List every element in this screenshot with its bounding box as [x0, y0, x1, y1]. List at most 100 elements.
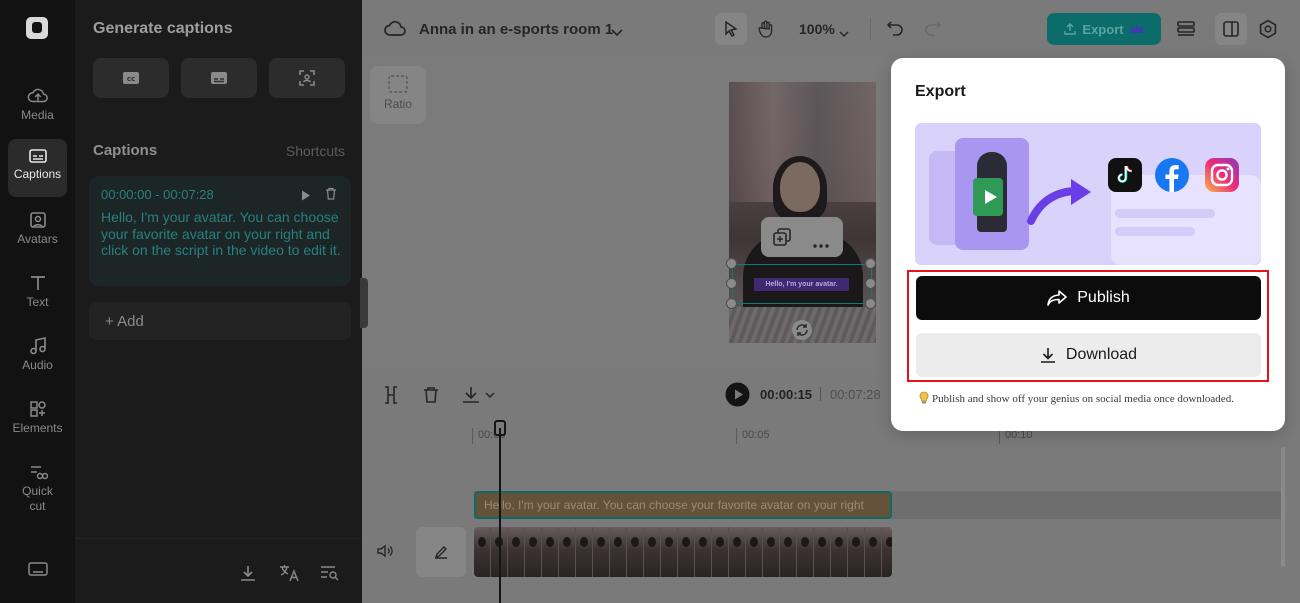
resize-handle[interactable] [726, 278, 737, 289]
undo-icon[interactable] [886, 20, 903, 41]
rail-item-label: Captions [13, 167, 62, 181]
panel-collapse-handle[interactable] [360, 278, 368, 328]
caption-text[interactable]: Hello, I'm your avatar. You can choose y… [101, 209, 341, 259]
divider [75, 538, 362, 539]
promo-line [1115, 227, 1195, 236]
divider [870, 18, 871, 40]
download-captions-icon[interactable] [239, 564, 257, 587]
video-clip[interactable] [474, 527, 892, 577]
zoom-chevron-icon[interactable] [839, 25, 849, 43]
ruler-tick [736, 428, 737, 444]
trash-icon[interactable] [325, 187, 337, 205]
delete-icon[interactable] [423, 386, 439, 408]
floating-toolbar [761, 217, 843, 257]
more-options-icon[interactable] [813, 235, 829, 253]
playhead[interactable] [499, 428, 501, 603]
settings-gear-icon[interactable] [1258, 19, 1278, 44]
rail-item-label: Elements [12, 421, 63, 435]
download-menu-icon[interactable] [462, 386, 496, 409]
pencil-icon [434, 546, 447, 559]
subtitle-selection-box[interactable] [732, 264, 872, 304]
quick-cut-icon [30, 466, 48, 480]
crown-icon [1130, 25, 1143, 33]
select-tool-button[interactable] [715, 13, 747, 45]
promo-play-icon [985, 190, 997, 204]
tiktok-icon [1108, 158, 1142, 192]
facebook-icon [1155, 158, 1189, 192]
export-hint-text: Publish and show off your genius on soci… [932, 393, 1234, 405]
panel-title: Generate captions [93, 20, 233, 37]
volume-icon[interactable] [377, 544, 393, 563]
rail-item-quick-cut[interactable]: Quick cut [8, 454, 67, 520]
resize-handle[interactable] [865, 298, 876, 309]
hand-icon [758, 20, 773, 38]
ratio-button[interactable]: Ratio [370, 66, 426, 124]
subtitle-style-button[interactable] [181, 58, 257, 98]
rail-item-elements[interactable]: Elements [8, 391, 67, 449]
text-icon [30, 276, 45, 290]
resize-handle[interactable] [865, 278, 876, 289]
add-caption-button[interactable]: + Add [89, 302, 351, 340]
music-note-icon [29, 337, 46, 355]
resize-handle[interactable] [726, 258, 737, 269]
cursor-icon [725, 21, 738, 37]
duplicate-icon[interactable] [773, 228, 791, 251]
shortcuts-link[interactable]: Shortcuts [286, 143, 345, 159]
elements-icon [29, 401, 46, 417]
lightbulb-icon [919, 391, 929, 407]
rail-item-label: Text [26, 295, 49, 309]
highlight-box [907, 270, 1269, 382]
search-captions-icon[interactable] [320, 565, 340, 586]
hand-tool-button[interactable] [750, 13, 782, 45]
rotate-icon[interactable] [791, 319, 813, 346]
instagram-icon [1205, 158, 1239, 192]
export-promo-banner [915, 123, 1261, 265]
top-bar: Anna in an e-sports room 1 100% Export [362, 0, 1300, 58]
rail-item-avatars[interactable]: Avatars [8, 202, 67, 260]
caption-card[interactable]: 00:00:00 - 00:07:28 Hello, I'm your avat… [89, 176, 351, 286]
export-button[interactable]: Export [1047, 13, 1161, 45]
zoom-level[interactable]: 100% [799, 21, 835, 37]
cc-button[interactable]: cc [93, 58, 169, 98]
ratio-icon [388, 75, 408, 93]
app-logo-icon[interactable] [26, 17, 48, 39]
edit-track-button[interactable] [416, 527, 466, 577]
promo-arrow-icon [1027, 179, 1091, 225]
layers-icon[interactable] [1176, 19, 1196, 44]
rail-item-label: Quick cut [22, 484, 53, 513]
rail-item-label: Media [21, 108, 54, 122]
add-caption-label: + Add [105, 312, 144, 330]
rail-item-captions[interactable]: Captions [8, 139, 67, 197]
chevron-down-icon[interactable] [611, 24, 623, 42]
right-edge [1285, 58, 1300, 603]
play-icon[interactable] [301, 188, 311, 206]
caption-clip[interactable]: Hello, I'm your avatar. You can choose y… [474, 491, 892, 519]
play-button[interactable] [725, 382, 750, 412]
export-icon [1064, 23, 1077, 35]
rail-item-audio[interactable]: Audio [8, 328, 67, 386]
rail-item-text[interactable]: Text [8, 265, 67, 323]
keyboard-icon[interactable] [28, 561, 48, 582]
layout-toggle-button[interactable] [1215, 13, 1247, 45]
redo-icon[interactable] [925, 20, 942, 41]
cloud-sync-icon[interactable] [384, 20, 406, 43]
caption-time: 00:00:00 - 00:07:28 [101, 187, 214, 202]
translate-icon[interactable] [279, 564, 299, 587]
ratio-label: Ratio [383, 97, 412, 111]
rail-item-label: Avatars [17, 232, 58, 246]
resize-handle[interactable] [865, 258, 876, 269]
captions-panel: Generate captions cc Captions Shortcuts … [75, 0, 362, 603]
avatar-icon [29, 212, 46, 228]
resize-handle[interactable] [726, 298, 737, 309]
cc-icon: cc [123, 72, 139, 84]
rail-item-media[interactable]: Media [8, 78, 67, 136]
promo-line [1115, 209, 1215, 218]
ruler-tick [472, 428, 473, 444]
split-icon[interactable] [383, 386, 399, 409]
promo-phone-card [955, 138, 1029, 250]
divider [820, 387, 821, 401]
project-title[interactable]: Anna in an e-sports room 1 [419, 21, 613, 38]
panel-layout-icon [1223, 21, 1239, 37]
subtitle-icon [211, 72, 227, 84]
auto-caption-button[interactable] [269, 58, 345, 98]
